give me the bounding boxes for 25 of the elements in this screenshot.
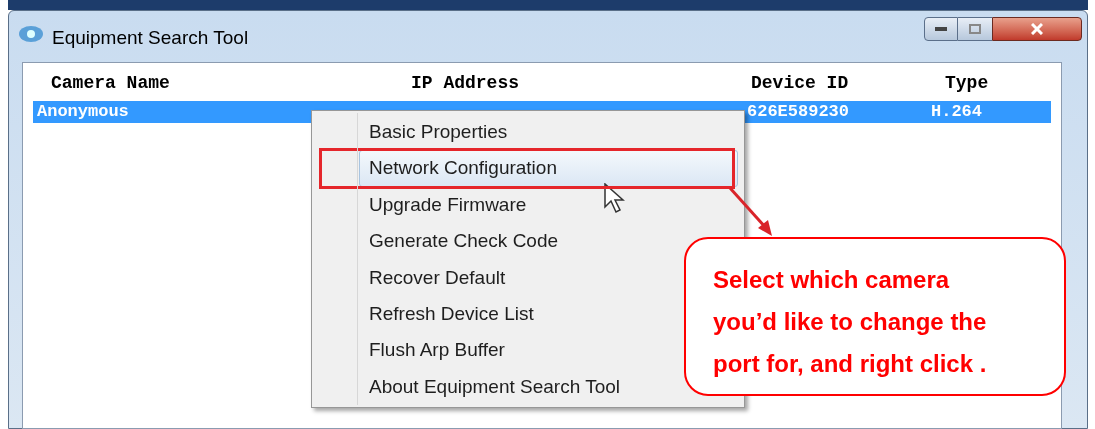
maximize-icon: [969, 24, 981, 34]
window-title: Equipment Search Tool: [52, 26, 249, 50]
maximize-button[interactable]: [958, 17, 992, 41]
menu-item[interactable]: Basic Properties: [359, 114, 679, 151]
column-header[interactable]: Camera Name: [51, 70, 170, 97]
menu-item[interactable]: Recover Default: [359, 259, 679, 296]
table-cell: 626E589230: [747, 102, 850, 122]
column-header[interactable]: Type: [945, 70, 989, 97]
column-header[interactable]: IP Address: [411, 70, 520, 97]
app-icon: [18, 25, 44, 43]
cursor-icon: [604, 183, 626, 215]
table-cell: H.264: [931, 102, 982, 122]
menu-item[interactable]: Refresh Device List: [359, 295, 679, 333]
menu-item[interactable]: Network Configuration: [359, 150, 738, 187]
close-icon: [1031, 23, 1043, 35]
menu-item[interactable]: About Equipment Search Tool: [359, 368, 679, 406]
menu-item[interactable]: Upgrade Firmware: [359, 186, 679, 224]
table-cell: Anonymous: [37, 102, 129, 122]
menu-item[interactable]: Flush Arp Buffer: [359, 332, 679, 369]
minimize-button[interactable]: [924, 17, 958, 41]
column-header[interactable]: Device ID: [751, 70, 849, 97]
close-button[interactable]: [992, 17, 1082, 41]
callout-text: Select which camera you’d like to change the port for, and right click .: [713, 265, 988, 379]
minimize-icon: [935, 27, 947, 31]
menu-item[interactable]: Generate Check Code: [359, 223, 679, 260]
